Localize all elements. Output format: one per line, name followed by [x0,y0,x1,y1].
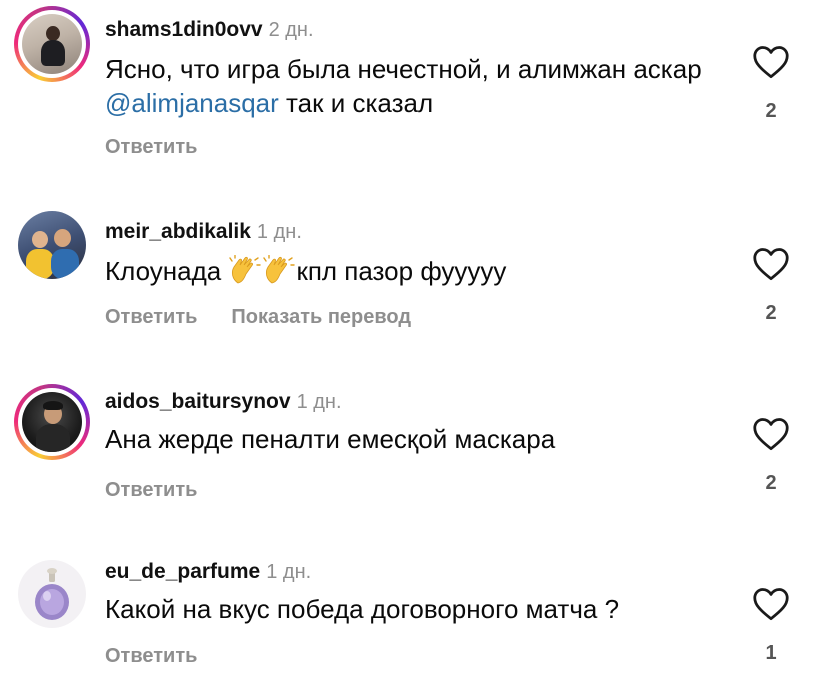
mention-link[interactable]: @alimjanasqar [105,88,279,118]
like-count: 2 [765,302,777,324]
perfume-bottle-image [35,568,69,620]
reply-button[interactable]: Ответить [105,645,197,667]
heart-outline-icon[interactable] [752,45,790,79]
comment-username[interactable]: aidos_baitursynov 1 дн. [105,390,342,414]
comment-actions: Ответить Показать перевод [105,306,411,329]
heart-outline-icon[interactable] [752,417,790,451]
comment-text: Клоунада кпл пазор фууууу [105,254,725,288]
comment-text-part: так и сказал [278,88,434,118]
username-text[interactable]: eu_de_parfume [105,560,260,583]
comment-actions: Ответить [105,136,197,159]
avatar[interactable] [14,384,90,460]
comment-text: Какой на вкус победа договорного матча ? [105,592,725,626]
comment-time: 2 дн. [268,19,314,41]
comment-text-part: Ана жерде пеналти емесқой маскара [105,424,556,454]
comment-text-part: кпл пазор фууууу [296,256,507,286]
comment-text-part: Какой на вкус победа договорного матча ? [105,594,620,624]
username-text[interactable]: aidos_baitursynov [105,390,291,413]
comment-time: 1 дн. [256,221,302,243]
reply-button[interactable]: Ответить [105,136,197,158]
reply-button[interactable]: Ответить [105,479,197,501]
avatar[interactable] [14,207,90,283]
username-text[interactable]: shams1din0ovv [105,18,263,41]
reply-button[interactable]: Ответить [105,306,197,328]
comment-text: Ясно, что игра была нечестной, и алимжан… [105,52,725,120]
username-text[interactable]: meir_abdikalik [105,220,251,243]
clapping-hands-emoji [229,255,262,284]
comment-actions: Ответить [105,479,197,502]
comment-text-part: Клоунада [105,256,229,286]
like-count: 1 [765,642,777,664]
avatar[interactable] [14,556,90,632]
comment-username[interactable]: shams1din0ovv 2 дн. [105,18,314,42]
comment-time: 1 дн. [266,561,312,583]
heart-outline-icon[interactable] [752,247,790,281]
avatar[interactable] [14,6,90,82]
comment-text: Ана жерде пеналти емесқой маскара [105,422,725,456]
comment-username[interactable]: meir_abdikalik 1 дн. [105,220,302,244]
show-translation-button[interactable]: Показать перевод [231,306,411,328]
clapping-hands-emoji [263,255,296,284]
heart-outline-icon[interactable] [752,587,790,621]
comment-username[interactable]: eu_de_parfume 1 дн. [105,560,311,584]
comment-actions: Ответить [105,645,197,668]
comment-text-part: Ясно, что игра была нечестной, и алимжан… [105,54,702,84]
like-count: 2 [765,472,777,494]
comment-time: 1 дн. [296,391,342,413]
like-count: 2 [765,100,777,122]
